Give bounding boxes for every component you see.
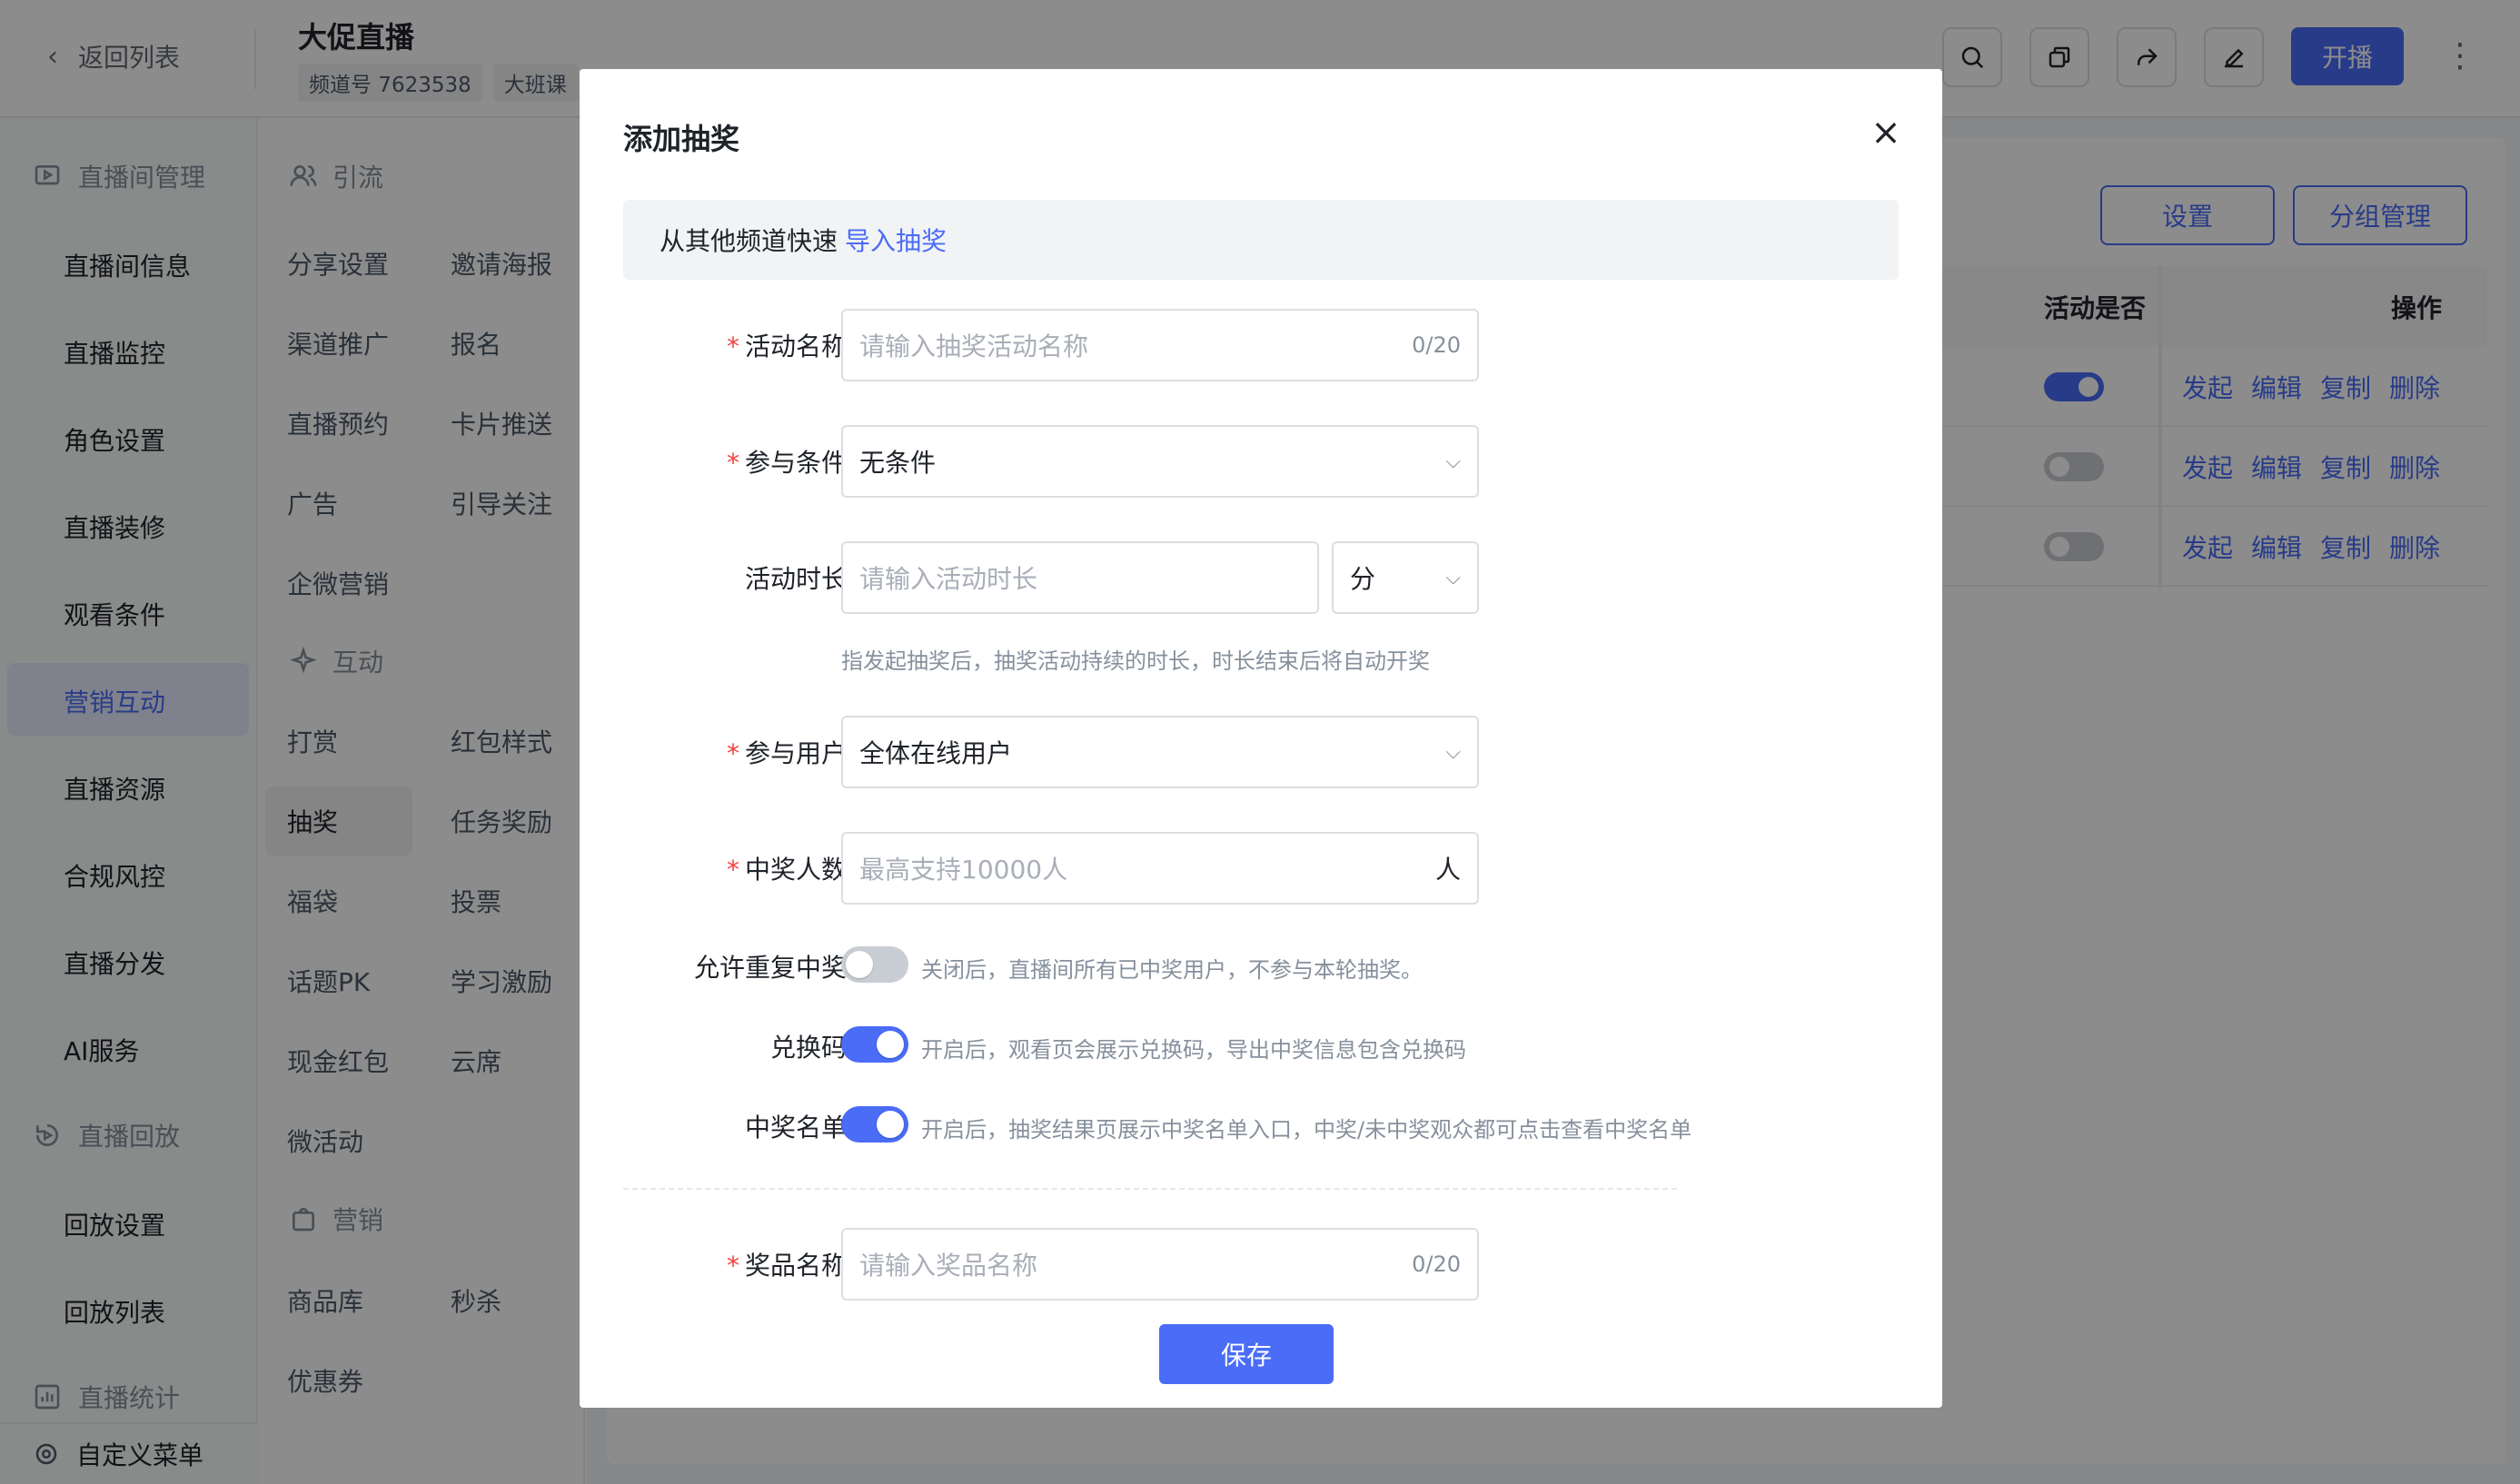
duration-placeholder: 请输入活动时长: [859, 564, 1038, 594]
winner-list-label: 中奖名单: [744, 1113, 847, 1143]
condition-select[interactable]: 无条件 ⌵: [841, 425, 1479, 498]
char-counter: 0/20: [1412, 332, 1461, 358]
duration-input[interactable]: 请输入活动时长: [841, 541, 1319, 614]
winners-input[interactable]: 最高支持10000人 人: [841, 832, 1479, 905]
import-text: 从其他频道快速: [660, 226, 838, 256]
users-label: * 参与用户: [726, 738, 847, 768]
winners-unit: 人: [1434, 855, 1461, 885]
chevron-down-icon: ⌵: [1445, 450, 1461, 473]
prize-name-input[interactable]: 请输入奖品名称 0/20: [841, 1228, 1479, 1301]
repeat-win-label: 允许重复中奖: [693, 953, 847, 983]
save-button[interactable]: 保存: [1159, 1324, 1334, 1384]
required-mark: *: [726, 331, 739, 361]
add-lottery-dialog: 添加抽奖 × 从其他频道快速 导入抽奖 * 活动名称 请输入抽奖活动名称 0/20…: [580, 69, 1942, 1408]
close-icon[interactable]: ×: [1868, 114, 1904, 151]
import-lottery-link[interactable]: 导入抽奖: [845, 222, 947, 258]
users-select[interactable]: 全体在线用户 ⌵: [841, 716, 1479, 788]
winners-label: * 中奖人数: [726, 855, 847, 885]
activity-name-label: * 活动名称: [726, 331, 847, 361]
activity-name-input[interactable]: 请输入抽奖活动名称 0/20: [841, 309, 1479, 381]
redeem-code-tip: 开启后，观看页会展示兑换码，导出中奖信息包含兑换码: [921, 1037, 1466, 1063]
import-banner: 从其他频道快速 导入抽奖: [623, 200, 1899, 280]
winners-placeholder: 最高支持10000人: [859, 855, 1068, 885]
prize-name-label: * 奖品名称: [726, 1251, 847, 1281]
chevron-down-icon: ⌵: [1445, 740, 1461, 764]
activity-name-placeholder: 请输入抽奖活动名称: [859, 331, 1089, 361]
condition-value: 无条件: [859, 448, 937, 478]
repeat-win-switch[interactable]: [841, 946, 908, 983]
chevron-down-icon: ⌵: [1445, 566, 1461, 589]
duration-unit-value: 分: [1350, 564, 1376, 594]
duration-unit-select[interactable]: 分 ⌵: [1332, 541, 1479, 614]
required-mark: *: [726, 1251, 739, 1281]
winner-list-tip: 开启后，抽奖结果页展示中奖名单入口，中奖/未中奖观众都可点击查看中奖名单: [921, 1117, 1692, 1143]
char-counter: 0/20: [1412, 1252, 1461, 1277]
repeat-win-tip: 关闭后，直播间所有已中奖用户，不参与本轮抽奖。: [921, 957, 1423, 983]
duration-tip: 指发起抽奖后，抽奖活动持续的时长，时长结束后将自动开奖: [841, 648, 1430, 674]
redeem-code-switch[interactable]: [841, 1026, 908, 1063]
condition-label: * 参与条件: [726, 448, 847, 478]
section-divider: [623, 1188, 1677, 1190]
prize-name-placeholder: 请输入奖品名称: [859, 1251, 1038, 1281]
dialog-title: 添加抽奖: [623, 122, 740, 156]
required-mark: *: [726, 448, 739, 478]
required-mark: *: [726, 738, 739, 768]
required-mark: *: [726, 855, 739, 885]
duration-label: 活动时长: [744, 564, 847, 594]
redeem-code-label: 兑换码: [769, 1033, 847, 1063]
winner-list-switch[interactable]: [841, 1106, 908, 1143]
users-value: 全体在线用户: [859, 738, 1013, 768]
